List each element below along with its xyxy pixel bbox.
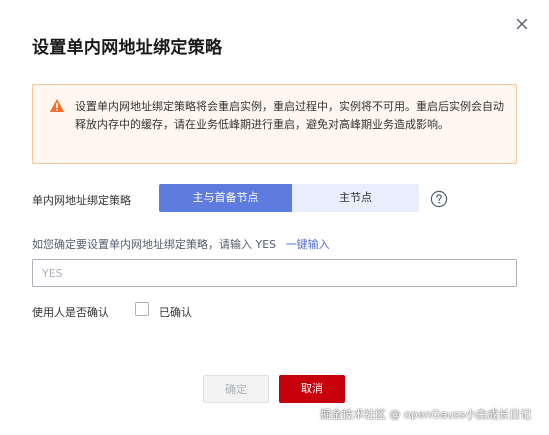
question-circle-icon[interactable] <box>430 190 448 208</box>
close-icon <box>516 18 528 30</box>
warning-text: 设置单内网地址绑定策略将会重启实例，重启过程中，实例将不可用。重启后实例会自动释… <box>75 100 504 131</box>
ok-button[interactable]: 确定 <box>203 375 269 403</box>
close-button[interactable] <box>513 15 531 33</box>
watermark: 掘金技术社区 @ openGauss小白成长日记 <box>320 408 532 421</box>
option-primary-and-first-standby[interactable]: 主与首备节点 <box>159 184 292 212</box>
yes-confirm-input[interactable] <box>32 259 517 287</box>
one-click-input-link[interactable]: 一键输入 <box>286 238 330 251</box>
warning-alert: 设置单内网地址绑定策略将会重启实例，重启过程中，实例将不可用。重启后实例会自动释… <box>32 84 517 164</box>
confirmed-checkbox[interactable] <box>135 302 149 316</box>
dialog-title: 设置单内网地址绑定策略 <box>32 38 223 58</box>
bind-policy-dialog: 设置单内网地址绑定策略 设置单内网地址绑定策略将会重启实例，重启过程中，实例将不… <box>0 0 549 435</box>
confirm-hint-text: 如您确定要设置单内网地址绑定策略，请输入 YES <box>32 238 277 251</box>
user-confirm-label: 使用人是否确认 <box>32 306 109 319</box>
confirm-hint: 如您确定要设置单内网地址绑定策略，请输入 YES 一键输入 <box>32 236 330 252</box>
option-primary-node[interactable]: 主节点 <box>292 184 419 212</box>
warning-triangle-icon <box>49 99 65 112</box>
policy-label: 单内网地址绑定策略 <box>32 194 131 207</box>
cancel-button[interactable]: 取消 <box>279 375 345 403</box>
confirmed-checkbox-label[interactable]: 已确认 <box>159 304 192 320</box>
